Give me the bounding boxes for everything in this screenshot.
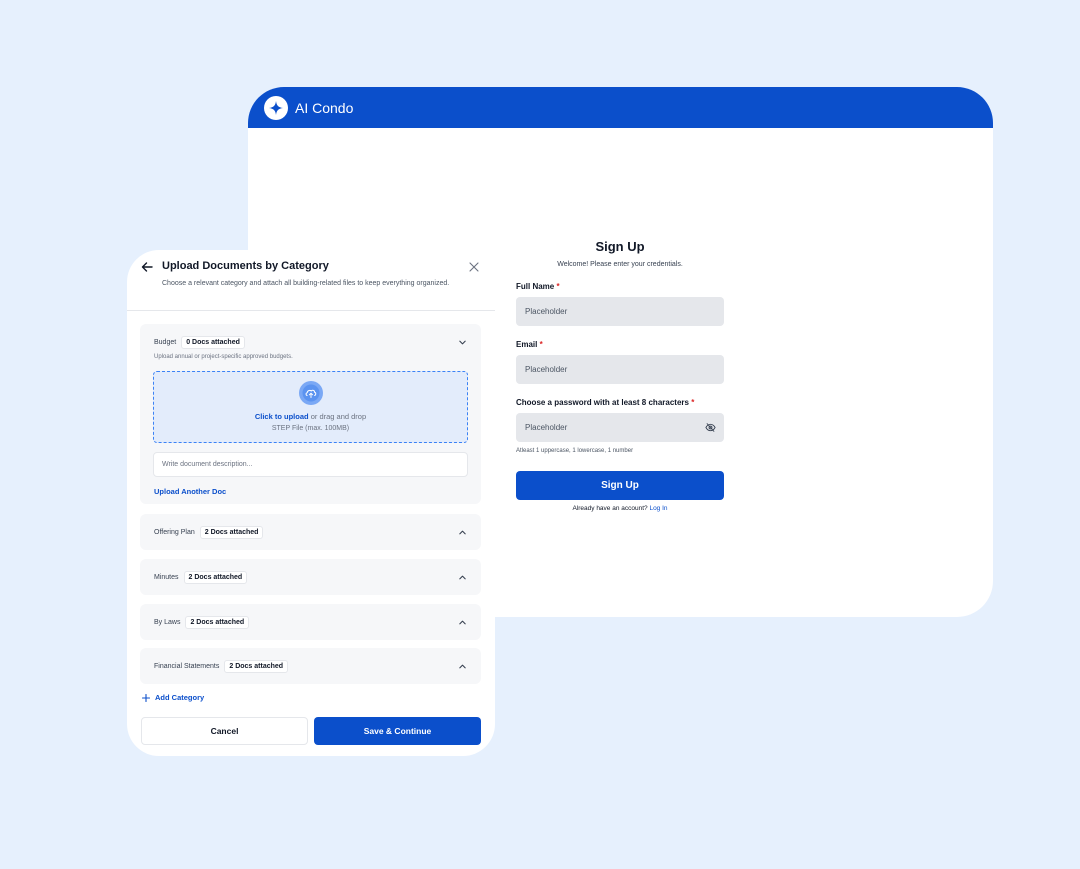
category-hint: Upload annual or project-specific approv… [154,354,293,360]
docs-count-badge: 0 Docs attached [181,335,245,349]
category-name: By Laws [154,618,181,626]
upload-documents-card: Upload Documents by Category Choose a re… [127,250,495,756]
category-offering-plan[interactable]: Offering Plan 2 Docs attached [140,514,481,550]
docs-count-badge: 2 Docs attached [199,525,264,539]
close-icon[interactable] [469,262,479,272]
docs-count-badge: 2 Docs attached [183,570,248,584]
add-category-button[interactable]: Add Category [142,693,204,702]
category-name: Budget [154,338,177,346]
upload-card-title: Upload Documents by Category [162,260,329,272]
file-dropzone[interactable]: Click to upload or drag and drop STEP Fi… [153,371,468,443]
password-placeholder: Placeholder [525,423,568,432]
docs-count-badge: 2 Docs attached [224,659,289,673]
upload-card-header: Upload Documents by Category Choose a re… [127,250,495,311]
dropzone-file-hint: STEP File (max. 100MB) [271,425,350,432]
category-financial-statements[interactable]: Financial Statements 2 Docs attached [140,648,481,684]
category-name: Financial Statements [154,662,220,670]
category-minutes[interactable]: Minutes 2 Docs attached [140,559,481,595]
sparkle-logo-icon [264,95,288,120]
app-header: AI Condo [248,87,993,128]
save-continue-button[interactable]: Save & Continue [314,717,481,745]
dropzone-text: Click to upload or drag and drop [254,412,367,421]
signup-subtitle: Welcome! Please enter your credentials. [557,261,683,268]
signup-form: Sign Up Welcome! Please enter your crede… [516,239,724,512]
cancel-button[interactable]: Cancel [141,717,308,745]
category-by-laws[interactable]: By Laws 2 Docs attached [140,604,481,640]
chevron-up-icon[interactable] [458,618,467,627]
upload-another-doc-link[interactable]: Upload Another Doc [154,487,226,496]
chevron-up-icon[interactable] [458,528,467,537]
category-header[interactable]: Offering Plan 2 Docs attached [154,514,264,550]
category-name: Minutes [154,573,179,581]
document-description-input[interactable]: Write document description... [153,452,468,477]
category-name: Offering Plan [154,528,195,536]
chevron-up-icon[interactable] [458,573,467,582]
docs-count-badge: 2 Docs attached [185,615,250,629]
password-label: Choose a password with at least 8 charac… [516,398,695,407]
app-name: AI Condo [295,99,354,116]
upload-cloud-icon [299,381,323,405]
category-header[interactable]: Minutes 2 Docs attached [154,559,248,595]
login-link[interactable]: Log In [649,505,667,512]
signup-title: Sign Up [595,239,645,254]
password-input[interactable]: Placeholder [516,413,724,442]
chevron-down-icon[interactable] [458,338,467,347]
login-prompt: Already have an account? Log In [572,505,668,512]
full-name-input[interactable]: Placeholder [516,297,724,326]
eye-off-icon[interactable] [705,422,716,433]
plus-icon [142,693,150,702]
chevron-up-icon[interactable] [458,662,467,671]
click-to-upload-link[interactable]: Click to upload [255,412,309,421]
upload-card-description: Choose a relevant category and attach al… [162,280,450,287]
password-hint: Atleast 1 uppercase, 1 lowercase, 1 numb… [516,448,634,454]
category-budget: Budget 0 Docs attached Upload annual or … [140,324,481,504]
email-label: Email * [516,340,543,349]
email-input[interactable]: Placeholder [516,355,724,384]
signup-button[interactable]: Sign Up [516,471,724,500]
category-header[interactable]: Financial Statements 2 Docs attached [154,648,289,684]
back-arrow-icon[interactable] [141,261,153,273]
full-name-label: Full Name * [516,282,560,291]
category-header[interactable]: By Laws 2 Docs attached [154,604,250,640]
